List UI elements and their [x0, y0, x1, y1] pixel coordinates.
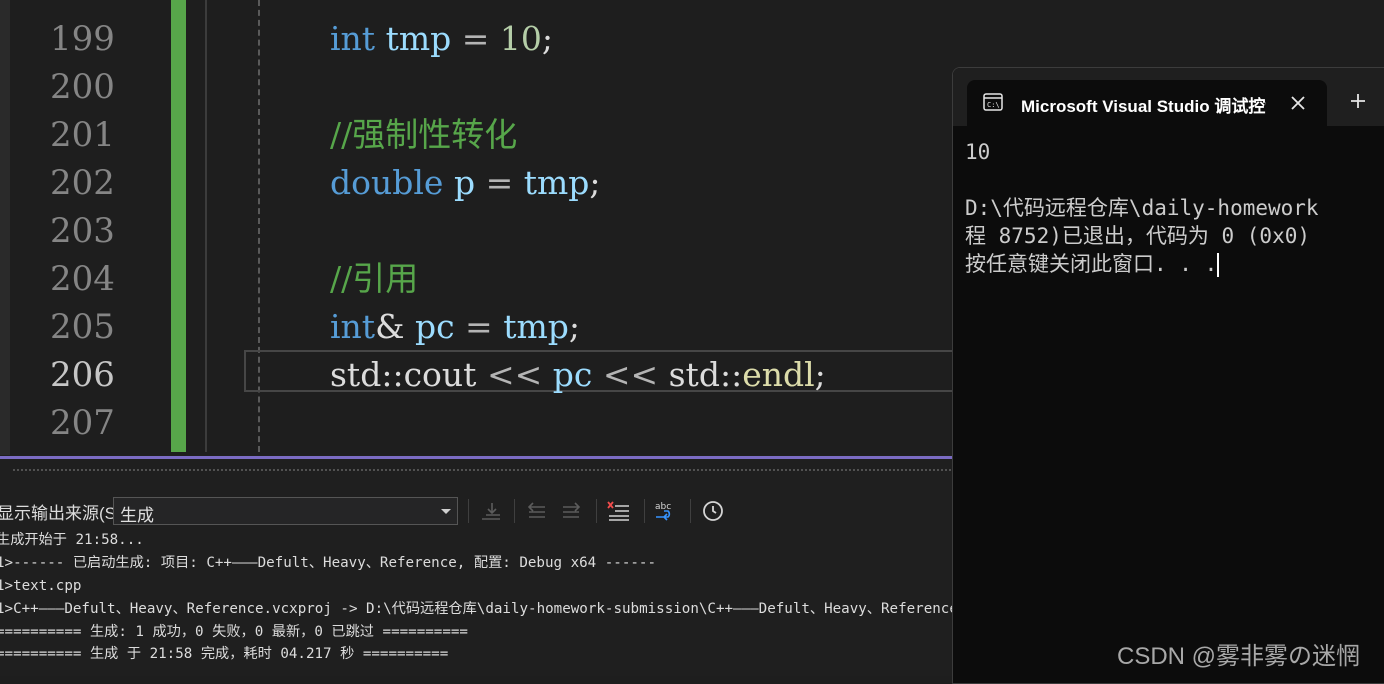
toolbar-separator — [690, 499, 691, 523]
code-token: ; — [814, 355, 826, 394]
console-prompt-line: 按任意键关闭此窗口. . . — [965, 250, 1384, 278]
clear-all-icon[interactable] — [606, 499, 632, 523]
output-source-value: 生成 — [120, 506, 154, 525]
line-number: 205 — [50, 307, 115, 347]
line-number: 201 — [50, 115, 115, 155]
console-title-bar: C:\ Microsoft Visual Studio 调试控制台 — [953, 68, 1384, 126]
code-token: & — [375, 307, 415, 346]
code-token: :: — [719, 355, 743, 394]
chevron-down-icon — [441, 509, 451, 514]
word-wrap-icon[interactable]: abc — [653, 499, 679, 523]
line-number: 199 — [50, 19, 115, 59]
svg-text:abc: abc — [655, 502, 671, 512]
code-token: = — [451, 19, 500, 58]
code-token: << — [476, 355, 553, 394]
toolbar-separator — [468, 499, 469, 523]
code-token: pc — [414, 307, 455, 346]
text-cursor — [1217, 253, 1220, 277]
code-token: endl — [742, 355, 815, 394]
output-toolbar: 显示输出来源(S): 生成 abc — [0, 493, 955, 527]
code-token: = — [475, 163, 524, 202]
code-line[interactable]: int& pc = tmp; — [330, 303, 580, 351]
code-token: //引用 — [330, 259, 419, 298]
watermark: CSDN @雾非雾の迷惘 — [1117, 643, 1361, 670]
code-token: :: — [381, 355, 404, 394]
code-token: 10 — [499, 19, 542, 58]
code-token: tmp — [385, 19, 452, 58]
console-tab-title: Microsoft Visual Studio 调试控制台 — [1021, 97, 1266, 116]
console-line: 10 — [965, 140, 991, 164]
terminal-icon: C:\ — [983, 93, 1003, 111]
code-token: int — [330, 307, 376, 346]
close-icon[interactable] — [1289, 94, 1307, 112]
debug-console-window[interactable]: C:\ Microsoft Visual Studio 调试控制台 10 D:\… — [952, 67, 1384, 684]
line-number: 207 — [50, 403, 115, 443]
next-message-icon[interactable] — [558, 499, 584, 523]
output-line: 生成开始于 21:58... — [0, 532, 144, 548]
code-token: ; — [568, 307, 581, 346]
console-output: 10 D:\代码远程仓库\daily-homework 程 8752)已退出，代… — [965, 138, 1384, 278]
svg-text:C:\: C:\ — [987, 101, 1000, 109]
panel-accent-line — [0, 456, 955, 459]
code-token: std — [668, 355, 720, 394]
clock-icon[interactable] — [701, 499, 727, 523]
line-number: 202 — [50, 163, 115, 203]
code-line[interactable]: //强制性转化 — [330, 111, 517, 159]
code-token: int — [330, 19, 376, 58]
line-number: 200 — [50, 67, 115, 107]
code-token: pc — [552, 355, 593, 394]
toolbar-separator — [644, 499, 645, 523]
code-token: p — [453, 163, 476, 202]
find-message-in-code-icon[interactable] — [478, 499, 504, 523]
code-token: = — [454, 307, 504, 346]
code-token: tmp — [503, 307, 569, 346]
code-token: tmp — [523, 163, 590, 202]
outlining-margin[interactable] — [205, 0, 207, 452]
line-number: 203 — [50, 211, 115, 251]
line-number-gutter: 199 200 201 202 203 204 205 206 207 — [10, 0, 170, 455]
toolbar-separator — [514, 499, 515, 523]
previous-message-icon[interactable] — [524, 499, 550, 523]
code-token: std — [330, 355, 382, 394]
code-token: ; — [589, 163, 601, 202]
editor-left-margin — [0, 0, 10, 455]
console-line-text: 按任意键关闭此窗口. . . — [965, 252, 1218, 276]
code-token: << — [592, 355, 669, 394]
current-line-number: 206 — [50, 355, 115, 395]
code-token: ; — [541, 19, 554, 58]
console-line: D:\代码远程仓库\daily-homework — [965, 196, 1319, 220]
output-line: 1>------ 已启动生成: 项目: C++———Defult、Heavy、R… — [0, 555, 657, 571]
output-source-label: 显示输出来源(S): — [0, 504, 127, 523]
output-line: 1>C++———Defult、Heavy、Reference.vcxproj -… — [0, 601, 955, 617]
line-number: 204 — [50, 259, 115, 299]
console-line: 程 8752)已退出，代码为 0 (0x0) — [965, 224, 1311, 248]
code-token: double — [330, 163, 444, 202]
output-source-dropdown[interactable]: 生成 — [113, 497, 458, 525]
code-token: cout — [403, 355, 477, 394]
output-line: ========== 生成: 1 成功，0 失败，0 最新，0 已跳过 ====… — [0, 624, 468, 640]
toolbar-separator — [596, 499, 597, 523]
output-line: ========== 生成 于 21:58 完成，耗时 04.217 秒 ===… — [0, 646, 449, 662]
code-line-current[interactable]: std::cout << pc << std::endl; — [330, 351, 826, 399]
code-line[interactable]: //引用 — [330, 255, 418, 303]
change-tracking-bar — [171, 0, 186, 452]
console-tab[interactable]: C:\ Microsoft Visual Studio 调试控制台 — [967, 80, 1327, 126]
code-token: //强制性转化 — [330, 115, 518, 154]
code-line[interactable]: int tmp = 10; — [330, 15, 553, 63]
output-line: 1>text.cpp — [0, 578, 82, 594]
code-line[interactable]: double p = tmp; — [330, 159, 601, 207]
new-tab-plus-icon[interactable] — [1349, 92, 1367, 110]
code-editor[interactable]: 199 200 201 202 203 204 205 206 207 int … — [0, 0, 955, 455]
output-panel: 显示输出来源(S): 生成 abc 生成开始于 21:58... 1>-----… — [0, 455, 955, 676]
panel-resize-grip[interactable] — [12, 468, 952, 473]
